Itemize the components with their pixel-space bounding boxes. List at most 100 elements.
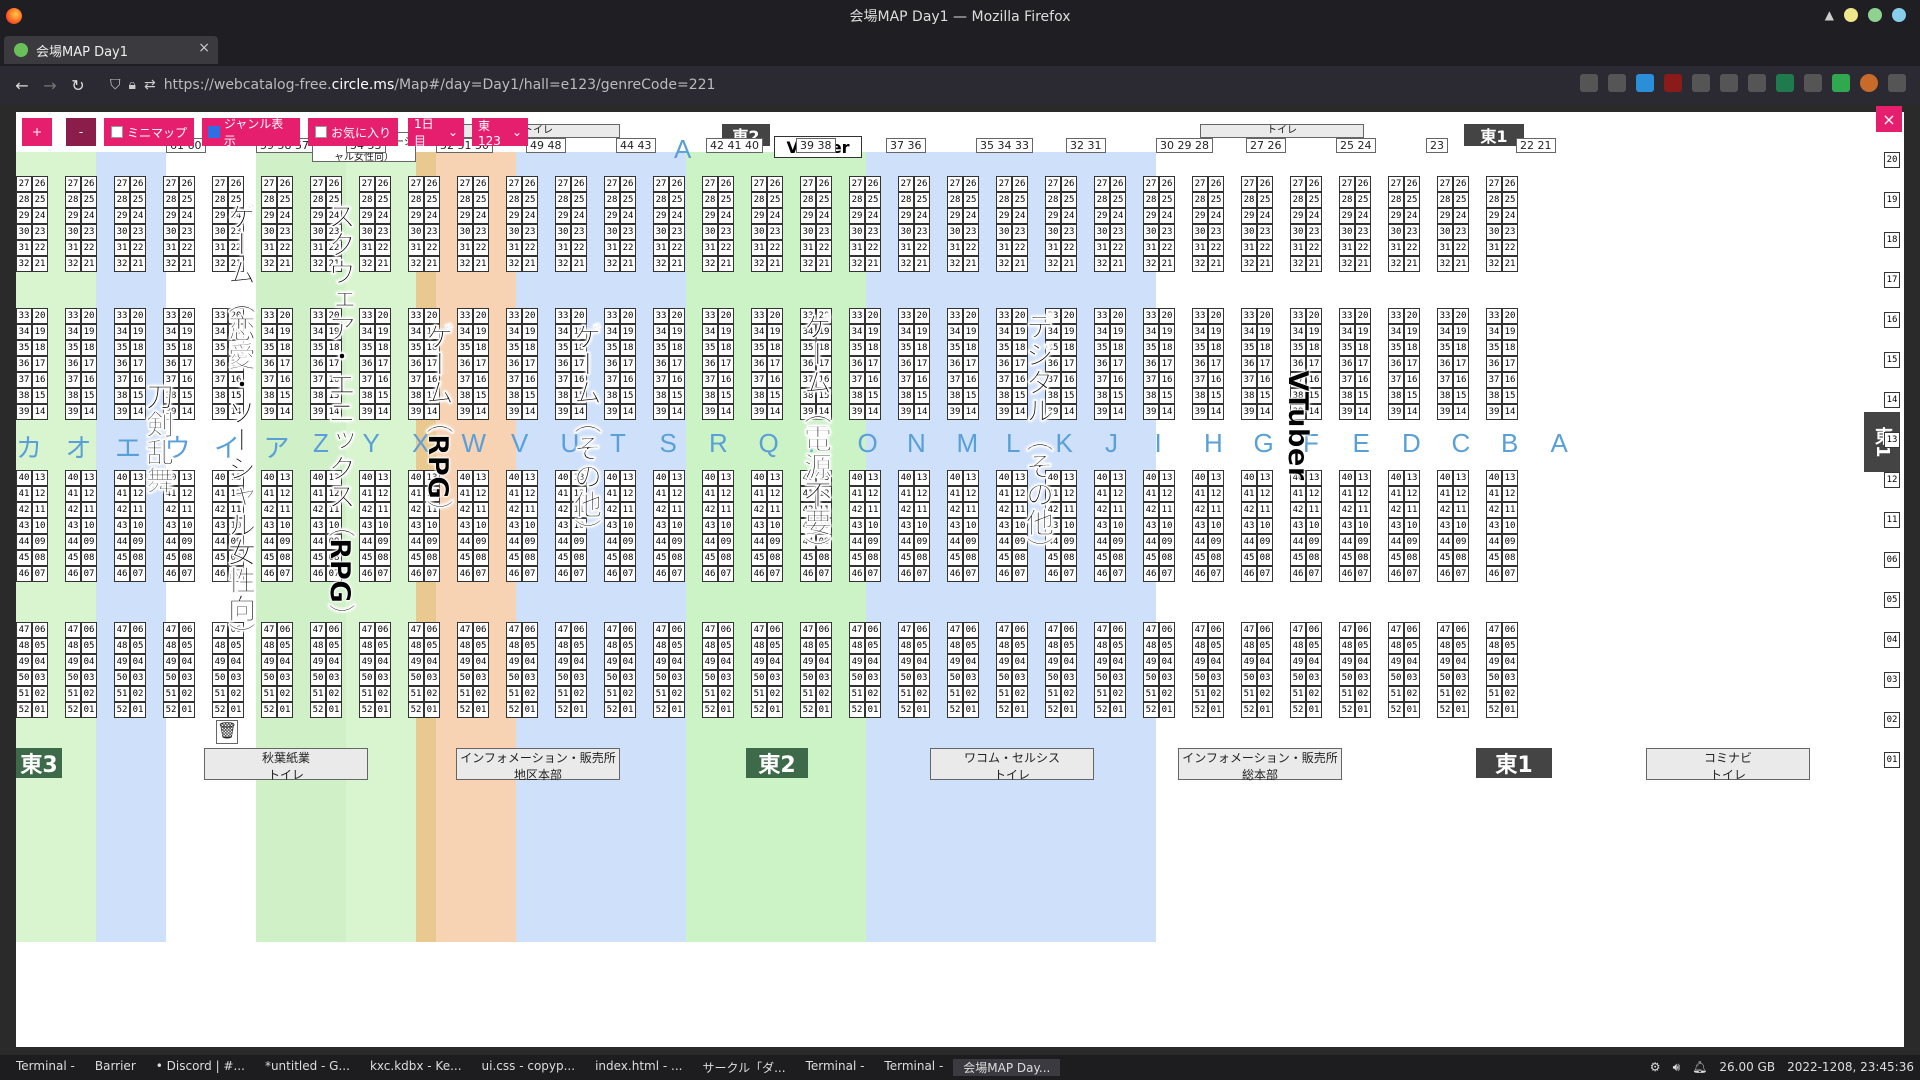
- circle-cell[interactable]: 41: [359, 486, 375, 502]
- circle-cell[interactable]: 30: [65, 224, 81, 240]
- circle-cell[interactable]: 09: [669, 534, 685, 550]
- circle-cell[interactable]: 36: [1388, 356, 1404, 372]
- circle-cell[interactable]: 23: [571, 224, 587, 240]
- circle-cell[interactable]: 14: [179, 404, 195, 420]
- circle-cell[interactable]: 51: [359, 686, 375, 702]
- circle-cell[interactable]: 14: [81, 404, 97, 420]
- taskbar-item[interactable]: Terminal -: [6, 1059, 85, 1076]
- circle-cell[interactable]: 28: [898, 192, 914, 208]
- circle-cell[interactable]: 27: [212, 176, 228, 192]
- circle-cell[interactable]: 50: [947, 670, 963, 686]
- circle-cell[interactable]: 48: [1094, 638, 1110, 654]
- circle-cell[interactable]: 14: [1159, 404, 1175, 420]
- circle-cell[interactable]: 31: [506, 240, 522, 256]
- circle-cell[interactable]: 37: [65, 372, 81, 388]
- circle-cell[interactable]: 43: [849, 518, 865, 534]
- circle-cell[interactable]: 03: [718, 670, 734, 686]
- circle-cell[interactable]: 21: [375, 256, 391, 272]
- circle-cell[interactable]: 23: [865, 224, 881, 240]
- circle-cell[interactable]: 07: [473, 566, 489, 582]
- circle-cell[interactable]: 44: [604, 534, 620, 550]
- circle-cell[interactable]: 27: [800, 176, 816, 192]
- circle-cell[interactable]: 30: [114, 224, 130, 240]
- circle-cell[interactable]: 26: [1355, 176, 1371, 192]
- circle-cell[interactable]: 34: [751, 324, 767, 340]
- circle-cell[interactable]: 46: [1486, 566, 1502, 582]
- circle-cell[interactable]: 44: [996, 534, 1012, 550]
- circle-cell[interactable]: 33: [1143, 308, 1159, 324]
- circle-cell[interactable]: 03: [767, 670, 783, 686]
- circle-cell[interactable]: 06: [1012, 622, 1028, 638]
- circle-cell[interactable]: 20: [963, 308, 979, 324]
- circle-cell[interactable]: 44: [114, 534, 130, 550]
- circle-cell[interactable]: 44: [849, 534, 865, 550]
- circle-cell[interactable]: 38: [898, 388, 914, 404]
- circle-cell[interactable]: 52: [996, 702, 1012, 718]
- circle-cell[interactable]: 44: [1290, 534, 1306, 550]
- circle-cell[interactable]: 28: [751, 192, 767, 208]
- circle-cell[interactable]: 43: [261, 518, 277, 534]
- circle-cell[interactable]: 46: [1192, 566, 1208, 582]
- circle-cell[interactable]: 01: [424, 702, 440, 718]
- circle-cell[interactable]: 23: [1404, 224, 1420, 240]
- circle-cell[interactable]: 39: [1388, 404, 1404, 420]
- circle-cell[interactable]: 49: [261, 654, 277, 670]
- circle-cell[interactable]: 31: [163, 240, 179, 256]
- circle-cell[interactable]: 06: [669, 622, 685, 638]
- circle-cell[interactable]: 20: [669, 308, 685, 324]
- circle-cell[interactable]: 47: [506, 622, 522, 638]
- circle-cell[interactable]: 37: [653, 372, 669, 388]
- circle-cell[interactable]: 33: [947, 308, 963, 324]
- circle-cell[interactable]: 08: [522, 550, 538, 566]
- circle-cell[interactable]: 51: [996, 686, 1012, 702]
- circle-cell[interactable]: 29: [1192, 208, 1208, 224]
- circle-cell[interactable]: 25: [1257, 192, 1273, 208]
- circle-cell[interactable]: 34: [457, 324, 473, 340]
- circle-cell[interactable]: 22: [473, 240, 489, 256]
- circle-cell[interactable]: 48: [800, 638, 816, 654]
- circle-cell[interactable]: 25: [620, 192, 636, 208]
- circle-cell[interactable]: 52: [604, 702, 620, 718]
- circle-cell[interactable]: 02: [767, 686, 783, 702]
- circle-cell[interactable]: 01: [130, 702, 146, 718]
- circle-cell[interactable]: 25: [1159, 192, 1175, 208]
- circle-cell[interactable]: 19: [522, 324, 538, 340]
- circle-cell[interactable]: 34: [261, 324, 277, 340]
- circle-cell[interactable]: 21: [816, 256, 832, 272]
- circle-cell[interactable]: 01: [277, 702, 293, 718]
- circle-cell[interactable]: 15: [1110, 388, 1126, 404]
- circle-cell[interactable]: 36: [1192, 356, 1208, 372]
- circle-cell[interactable]: 04: [424, 654, 440, 670]
- circle-cell[interactable]: 49: [1388, 654, 1404, 670]
- circle-cell[interactable]: 23: [669, 224, 685, 240]
- circle-cell[interactable]: 51: [1290, 686, 1306, 702]
- circle-cell[interactable]: 40: [898, 470, 914, 486]
- circle-cell[interactable]: 16: [473, 372, 489, 388]
- circle-cell[interactable]: 10: [179, 518, 195, 534]
- circle-cell[interactable]: 08: [1404, 550, 1420, 566]
- circle-cell[interactable]: 09: [522, 534, 538, 550]
- circle-cell[interactable]: 17: [1159, 356, 1175, 372]
- circle-cell[interactable]: 30: [898, 224, 914, 240]
- circle-cell[interactable]: 46: [800, 566, 816, 582]
- circle-cell[interactable]: 43: [751, 518, 767, 534]
- circle-cell[interactable]: 17: [1453, 356, 1469, 372]
- circle-cell[interactable]: 49: [555, 654, 571, 670]
- circle-cell[interactable]: 12: [1110, 486, 1126, 502]
- circle-cell[interactable]: 08: [718, 550, 734, 566]
- circle-cell[interactable]: 48: [1388, 638, 1404, 654]
- circle-cell[interactable]: 45: [506, 550, 522, 566]
- taskbar-item[interactable]: Terminal -: [796, 1059, 875, 1076]
- circle-cell[interactable]: 21: [1159, 256, 1175, 272]
- shield-icon[interactable]: ⛉: [110, 77, 121, 93]
- circle-cell[interactable]: 31: [751, 240, 767, 256]
- circle-cell[interactable]: 08: [1208, 550, 1224, 566]
- circle-cell[interactable]: 09: [375, 534, 391, 550]
- circle-cell[interactable]: 20: [473, 308, 489, 324]
- circle-cell[interactable]: 07: [718, 566, 734, 582]
- circle-cell[interactable]: 28: [1241, 192, 1257, 208]
- circle-cell[interactable]: 13: [522, 470, 538, 486]
- circle-cell[interactable]: 52: [800, 702, 816, 718]
- circle-cell[interactable]: 24: [1404, 208, 1420, 224]
- circle-cell[interactable]: 50: [898, 670, 914, 686]
